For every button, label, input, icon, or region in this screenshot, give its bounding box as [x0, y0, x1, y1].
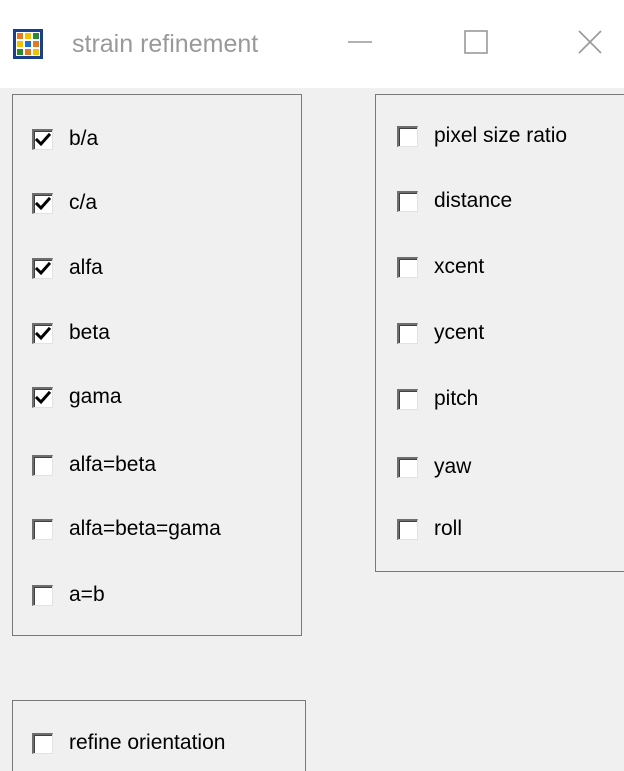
- checkmark-icon: [35, 326, 51, 340]
- checkbox-label: alfa=beta: [69, 453, 156, 476]
- window-title: strain refinement: [72, 30, 259, 58]
- checkbox-label: a=b: [69, 583, 105, 606]
- checkbox-box[interactable]: [32, 386, 53, 408]
- maximize-icon: [463, 29, 489, 60]
- checkbox-label: pixel size ratio: [434, 124, 568, 147]
- checkbox-box[interactable]: [32, 257, 53, 279]
- checkbox-label: xcent: [434, 255, 485, 278]
- checkbox-label: pitch: [434, 387, 479, 410]
- checkbox-refine-orientation[interactable]: refine orientation: [32, 728, 225, 758]
- checkbox-pixel-size-ratio[interactable]: pixel size ratio: [397, 121, 567, 151]
- checkbox-label: beta: [69, 321, 110, 344]
- checkbox-alfa[interactable]: alfa: [32, 253, 103, 283]
- checkbox-a-eq-b[interactable]: a=b: [32, 580, 105, 610]
- checkbox-box[interactable]: [32, 322, 53, 344]
- checkbox-box[interactable]: [397, 456, 418, 478]
- checkmark-icon: [35, 261, 51, 275]
- checkbox-box[interactable]: [397, 256, 418, 278]
- minimize-icon: [347, 29, 373, 60]
- checkbox-box[interactable]: [32, 192, 53, 214]
- checkbox-box[interactable]: [32, 518, 53, 540]
- checkbox-alfa-eq-beta-eq-gama[interactable]: alfa=beta=gama: [32, 514, 221, 544]
- close-button[interactable]: [560, 20, 620, 68]
- checkbox-label: alfa: [69, 256, 103, 279]
- checkmark-icon: [35, 132, 51, 146]
- checkbox-box[interactable]: [397, 322, 418, 344]
- checkbox-label: distance: [434, 189, 513, 212]
- checkbox-box[interactable]: [397, 388, 418, 410]
- checkbox-c-over-a[interactable]: c/a: [32, 188, 97, 218]
- checkbox-label: roll: [434, 517, 463, 540]
- checkbox-box[interactable]: [32, 454, 53, 476]
- checkbox-label: c/a: [69, 191, 98, 214]
- checkbox-label: b/a: [69, 127, 99, 150]
- checkbox-ycent[interactable]: ycent: [397, 318, 484, 348]
- checkbox-xcent[interactable]: xcent: [397, 252, 484, 282]
- checkbox-box[interactable]: [32, 128, 53, 150]
- checkbox-roll[interactable]: roll: [397, 514, 462, 544]
- checkbox-yaw[interactable]: yaw: [397, 452, 471, 482]
- checkmark-icon: [35, 390, 51, 404]
- checkbox-beta[interactable]: beta: [32, 318, 110, 348]
- minimize-button[interactable]: [330, 20, 390, 68]
- title-bar[interactable]: strain refinement: [0, 0, 624, 88]
- checkbox-box[interactable]: [397, 125, 418, 147]
- checkbox-distance[interactable]: distance: [397, 186, 512, 216]
- checkbox-box[interactable]: [32, 584, 53, 606]
- checkbox-label: gama: [69, 385, 122, 408]
- checkbox-box[interactable]: [32, 732, 53, 754]
- lattice-parameters-group: [12, 94, 302, 636]
- checkbox-box[interactable]: [397, 190, 418, 212]
- checkbox-alfa-eq-beta[interactable]: alfa=beta: [32, 450, 156, 480]
- strain-refinement-window: strain refinement b/a c/a alfa beta gama…: [0, 0, 624, 771]
- checkbox-gama[interactable]: gama: [32, 382, 122, 412]
- checkbox-label: yaw: [434, 455, 472, 478]
- checkbox-box[interactable]: [397, 518, 418, 540]
- checkmark-icon: [35, 196, 51, 210]
- grid-app-icon[interactable]: [12, 28, 44, 60]
- checkbox-label: alfa=beta=gama: [69, 517, 221, 540]
- checkbox-label: refine orientation: [69, 731, 226, 754]
- maximize-button[interactable]: [446, 20, 506, 68]
- checkbox-b-over-a[interactable]: b/a: [32, 124, 98, 154]
- close-icon: [577, 29, 603, 60]
- checkbox-pitch[interactable]: pitch: [397, 384, 478, 414]
- checkbox-label: ycent: [434, 321, 485, 344]
